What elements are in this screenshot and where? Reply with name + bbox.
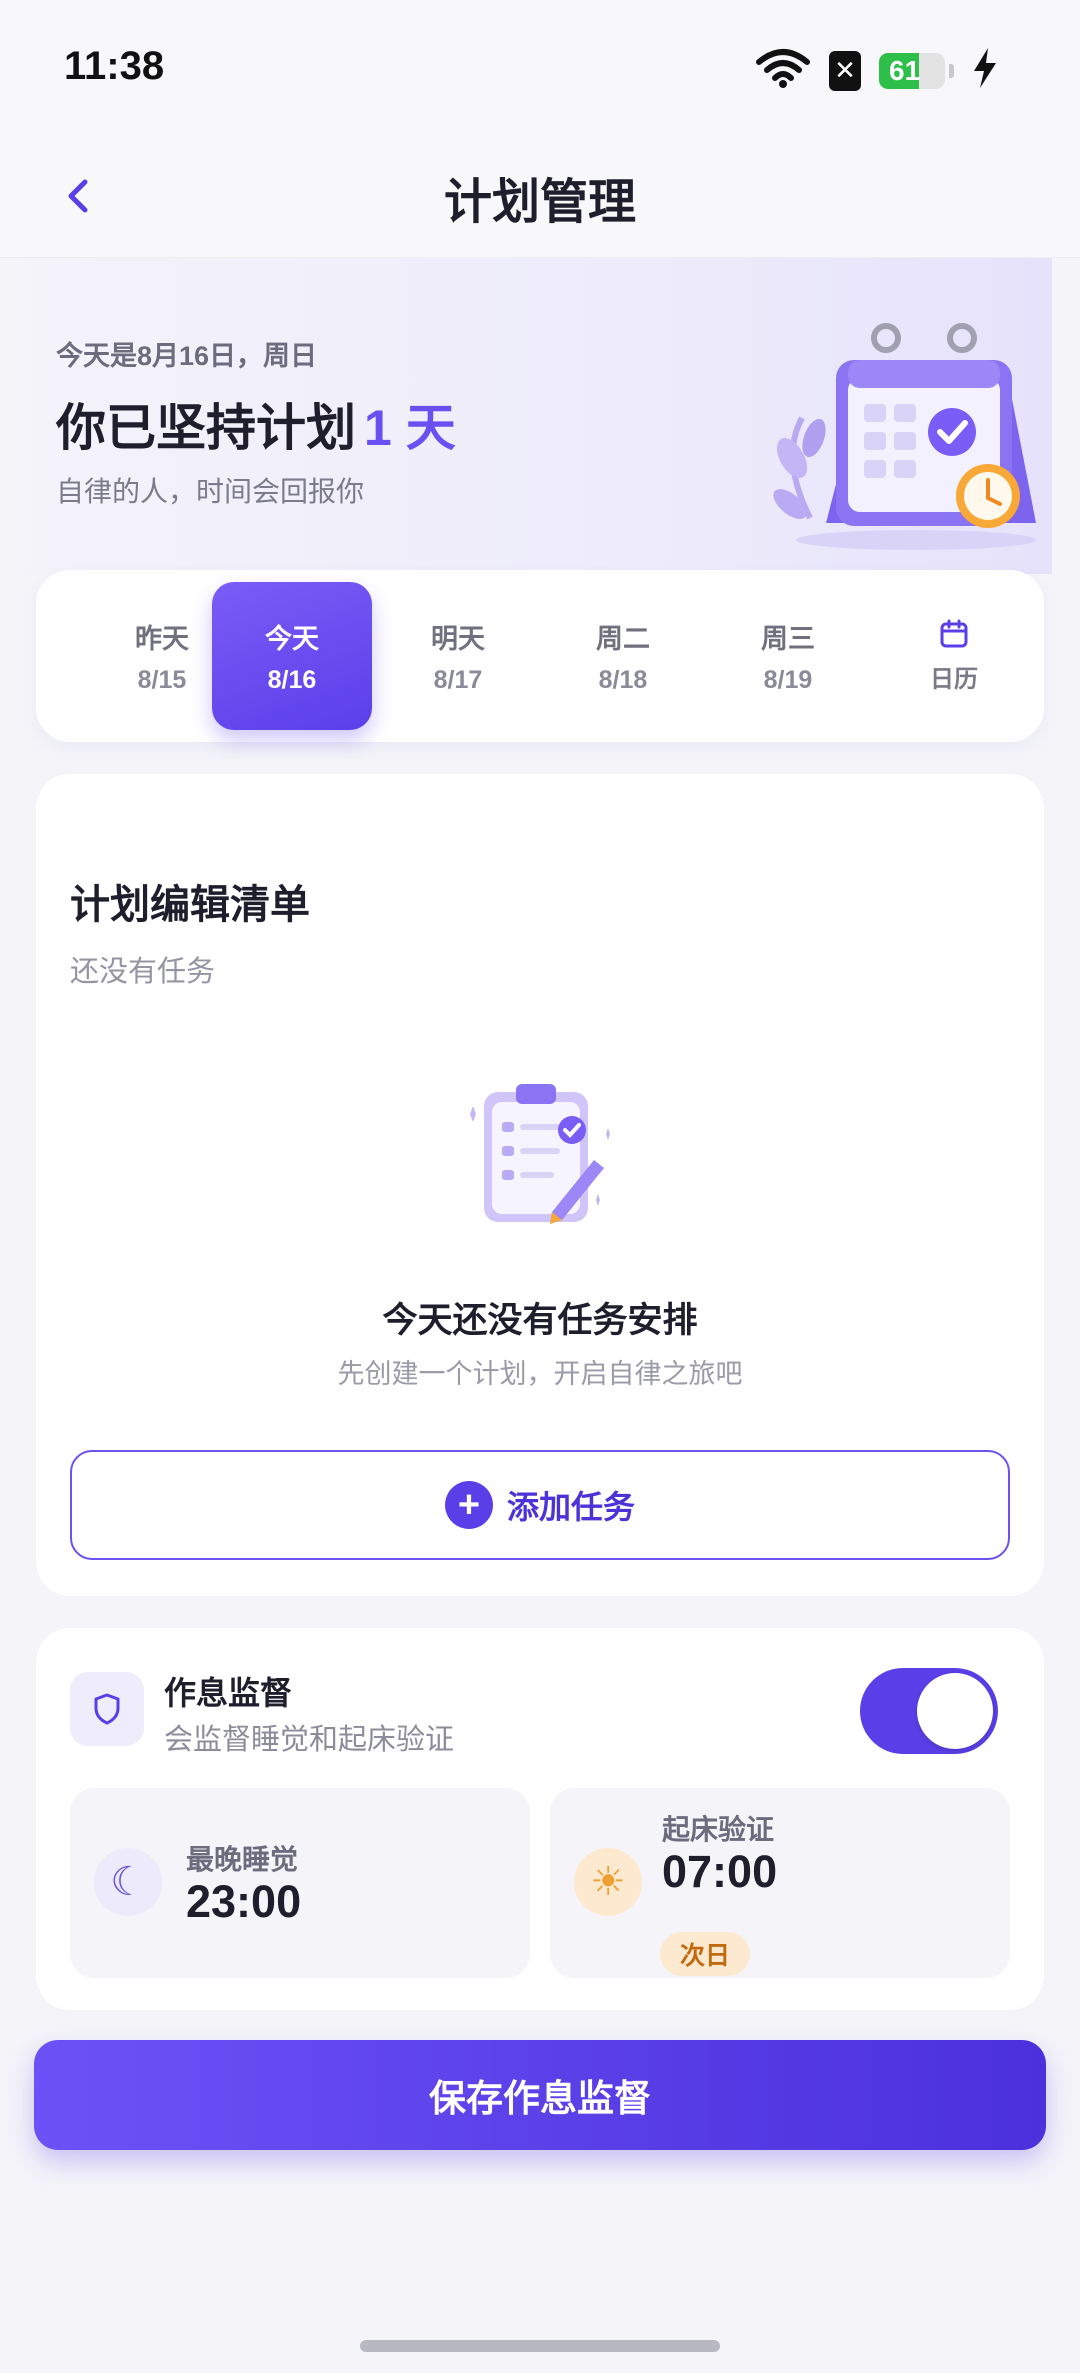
sim-off-icon: ✕	[829, 50, 861, 91]
sleep-supervision-subtitle: 会监督睡觉和起床验证	[164, 1724, 455, 1756]
sleep-supervision-toggle[interactable]	[860, 1668, 998, 1754]
sleep-supervision-title: 作息监督	[164, 1675, 293, 1711]
charging-icon	[972, 48, 998, 93]
status-time: 11:38	[64, 44, 165, 88]
calendar-illustration-icon	[773, 323, 1036, 550]
date-tab-label: 昨天	[135, 624, 189, 654]
next-day-badge: 次日	[660, 1932, 751, 1976]
toggle-knob	[917, 1673, 993, 1749]
date-selector: 昨天 8/15 今天 8/16 明天 8/17 周二 8/18 周三 8/19 …	[36, 570, 1044, 742]
sun-icon: ☀	[574, 1848, 642, 1916]
date-tab-date: 8/18	[598, 666, 648, 694]
date-tab-wednesday[interactable]: 周三 8/19	[708, 582, 868, 730]
sleep-supervision-card: 作息监督 会监督睡觉和起床验证 ☾ 最晚睡觉 23:00 ☀ 起床验证 07:0…	[36, 1628, 1044, 2010]
moon-icon: ☾	[94, 1848, 162, 1916]
status-icons: ✕ 61	[755, 48, 998, 93]
date-tab-date: 8/19	[763, 666, 813, 694]
add-task-button[interactable]: + 添加任务	[70, 1450, 1010, 1560]
date-tab-date: 8/17	[433, 666, 483, 694]
date-tab-label: 明天	[431, 624, 485, 654]
hero-streak-count: 1 天	[364, 400, 456, 456]
hero-date: 今天是8月16日，周日	[56, 341, 318, 371]
plan-list-card: 计划编辑清单 还没有任务 今天还没有任务安排 先创建一个计划，开启自律之旅吧 +…	[36, 774, 1044, 1596]
date-tab-today[interactable]: 今天 8/16	[212, 582, 372, 730]
battery-level: 61	[889, 54, 921, 86]
empty-state-subtitle: 先创建一个计划，开启自律之旅吧	[337, 1359, 743, 1389]
date-tab-label: 周三	[761, 624, 815, 654]
bedtime-value: 23:00	[186, 1876, 302, 1927]
date-tab-label: 今天	[265, 624, 319, 654]
status-bar: 11:38 ✕ 61	[0, 0, 1080, 140]
hero-banner: 今天是8月16日，周日 你已坚持计划 1 天 自律的人，时间会回报你	[26, 258, 1052, 574]
calendar-tab-label: 日历	[930, 665, 978, 693]
nav-bar: 计划管理	[0, 140, 1080, 258]
add-task-label: 添加任务	[506, 1489, 635, 1525]
calendar-tab[interactable]: 日历	[874, 582, 1034, 730]
wake-time-picker[interactable]: ☀ 起床验证 07:00 次日	[550, 1788, 1010, 1978]
plus-icon: +	[444, 1481, 493, 1529]
battery-icon: 61	[879, 52, 945, 89]
bedtime-label: 最晚睡觉	[186, 1844, 299, 1875]
save-sleep-supervision-button[interactable]: 保存作息监督	[34, 2040, 1046, 2150]
plan-list-title: 计划编辑清单	[70, 883, 310, 927]
bedtime-picker[interactable]: ☾ 最晚睡觉 23:00	[70, 1788, 530, 1978]
date-tab-date: 8/15	[137, 666, 187, 694]
shield-icon	[70, 1672, 144, 1746]
wake-time-value: 07:00	[662, 1846, 778, 1897]
empty-state-title: 今天还没有任务安排	[382, 1301, 698, 1340]
hero-title-prefix: 你已坚持计划	[56, 400, 356, 456]
wake-time-label: 起床验证	[662, 1814, 775, 1845]
calendar-icon	[940, 619, 968, 647]
date-tab-date: 8/16	[267, 666, 317, 694]
date-tab-label: 周二	[596, 624, 650, 654]
clipboard-illustration-icon	[470, 1084, 610, 1224]
wifi-icon	[755, 48, 811, 93]
date-tab-tuesday[interactable]: 周二 8/18	[543, 582, 703, 730]
home-indicator	[360, 2340, 720, 2352]
hero-subtitle: 自律的人，时间会回报你	[56, 476, 365, 507]
plan-list-subtitle: 还没有任务	[70, 956, 216, 988]
battery-cap	[949, 63, 954, 78]
hero-title: 你已坚持计划 1 天	[56, 388, 456, 460]
date-tab-tomorrow[interactable]: 明天 8/17	[378, 582, 538, 730]
page-title: 计划管理	[443, 176, 636, 229]
